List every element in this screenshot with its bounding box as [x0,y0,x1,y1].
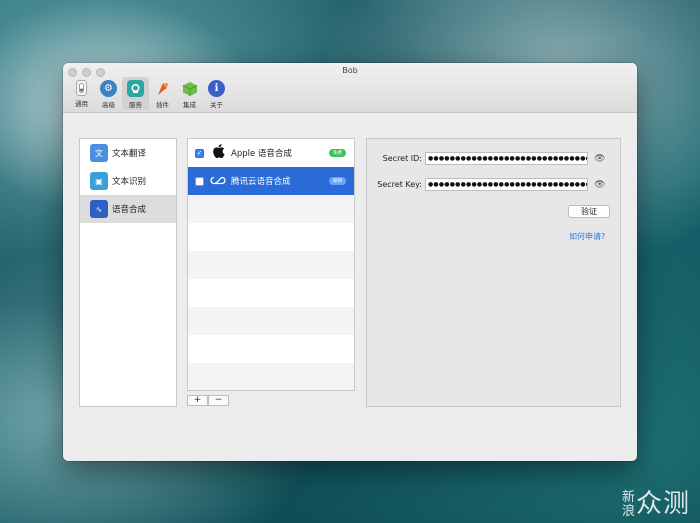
window-title: Bob [342,66,358,75]
engine-row-apple[interactable]: ✓ Apple 语音合成 免费 [188,139,354,167]
integration-icon [181,80,198,97]
tab-general[interactable]: 通用 [68,77,95,110]
engine-checkbox[interactable]: ✓ [195,148,204,158]
empty-row [188,363,354,390]
service-item-label: 语音合成 [112,205,147,215]
service-icon [127,80,144,97]
apple-icon [210,144,226,162]
secret-id-field[interactable]: ●●●●●●●●●●●●●●●●●●●●●●●●●●●●●●●●●●●● [425,152,588,165]
speech-synthesis-icon: ∿ [90,200,108,218]
how-to-apply-link[interactable]: 如何申请? [569,231,605,242]
text-recognize-icon: ▣ [90,172,108,190]
secret-key-row: Secret Key: ●●●●●●●●●●●●●●●●●●●●●●●●●●●●… [367,178,605,191]
engine-label: 腾讯云语音合成 [231,177,291,187]
watermark-large: 众测 [635,489,690,519]
secret-key-field[interactable]: ●●●●●●●●●●●●●●●●●●●●●●●●●●●●●●●● [425,178,588,191]
empty-row [188,335,354,363]
engine-checkbox[interactable] [195,176,204,186]
empty-row [188,279,354,307]
engine-list: ✓ Apple 语音合成 免费 腾讯云语音合成 秘钥 [187,138,355,391]
gear-icon: ⚙ [100,80,117,97]
tencent-cloud-icon [210,174,226,189]
empty-row [188,195,354,223]
empty-row [188,307,354,335]
watermark-small: 新浪 [621,490,636,519]
engine-row-tencent[interactable]: 腾讯云语音合成 秘钥 [188,167,354,195]
verify-button[interactable]: 验证 [568,205,610,218]
tab-label: 插件 [156,101,169,109]
info-icon: i [208,80,225,97]
tab-label: 关于 [210,101,223,109]
text-translate-icon: 文 [90,144,108,162]
switch-icon [76,80,87,96]
preferences-content: 文 文本翻译 ▣ 文本识别 ∿ 语音合成 ✓ Apple 语音合成 免费 腾讯云… [63,113,637,461]
tab-services[interactable]: 服务 [122,77,149,110]
secret-id-row: Secret ID: ●●●●●●●●●●●●●●●●●●●●●●●●●●●●●… [367,152,605,165]
free-badge: 免费 [329,149,346,157]
add-engine-button[interactable]: + [187,395,208,406]
engine-config-panel: Secret ID: ●●●●●●●●●●●●●●●●●●●●●●●●●●●●●… [366,138,621,407]
secret-id-label: Secret ID: [382,154,422,163]
list-controls: + − [187,395,229,406]
tab-about[interactable]: i 关于 [203,77,230,110]
plugin-icon [154,80,171,97]
service-item-text-translate[interactable]: 文 文本翻译 [80,139,176,167]
title-bar: Bob 通用 ⚙ 高级 服务 插件 集成 i 关于 [63,63,637,113]
service-item-label: 文本翻译 [112,149,147,159]
tab-integration[interactable]: 集成 [176,77,203,110]
eye-icon[interactable]: 👁 [594,154,605,164]
service-item-text-recognize[interactable]: ▣ 文本识别 [80,167,176,195]
preferences-toolbar: 通用 ⚙ 高级 服务 插件 集成 i 关于 [68,77,230,110]
service-item-speech-synthesis[interactable]: ∿ 语音合成 [80,195,176,223]
watermark: 新浪众测 [622,491,690,519]
service-list: 文 文本翻译 ▣ 文本识别 ∿ 语音合成 [79,138,177,407]
secret-key-label: Secret Key: [377,180,422,189]
engine-label: Apple 语音合成 [231,149,292,159]
tab-advanced[interactable]: ⚙ 高级 [95,77,122,110]
empty-row [188,223,354,251]
tab-plugins[interactable]: 插件 [149,77,176,110]
remove-engine-button[interactable]: − [208,395,229,406]
tab-label: 服务 [129,101,142,109]
key-badge: 秘钥 [329,177,346,185]
service-item-label: 文本识别 [112,177,147,187]
tab-label: 高级 [102,101,115,109]
tab-label: 通用 [75,100,88,108]
tab-label: 集成 [183,101,196,109]
eye-icon[interactable]: 👁 [594,180,605,190]
empty-row [188,251,354,279]
bob-preferences-window: Bob 通用 ⚙ 高级 服务 插件 集成 i 关于 文 文本翻译 ▣ 文本识别 … [63,63,637,461]
